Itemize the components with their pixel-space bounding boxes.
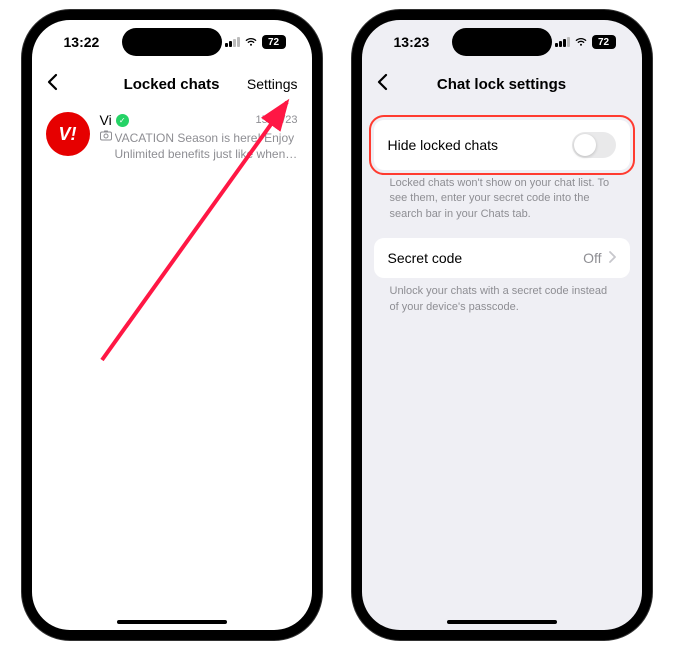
chevron-right-icon [608,250,616,266]
cell-label: Hide locked chats [388,137,499,153]
back-button[interactable] [46,71,70,97]
page-title: Locked chats [124,76,220,93]
phone-right: 13:23 72 Chat lock settings Hide locked … [352,10,652,640]
hide-locked-chats-hint: Locked chats won't show on your chat lis… [374,170,630,222]
verified-icon: ✓ [116,114,129,127]
chat-name: Vi ✓ [100,112,129,128]
nav-bar: Locked chats Settings [32,64,312,104]
wifi-icon [574,37,588,47]
settings-button[interactable]: Settings [247,76,298,92]
status-time: 13:22 [64,34,100,50]
secret-code-cell[interactable]: Secret code Off [374,238,630,278]
cell-label: Secret code [388,250,463,266]
avatar: V! [46,112,90,156]
hide-locked-chats-toggle[interactable] [572,132,616,158]
chat-date: 15/11/23 [255,114,297,126]
notch [452,28,552,56]
home-indicator [447,620,557,624]
signal-icon [555,37,570,47]
signal-icon [225,37,240,47]
status-time: 13:23 [394,34,430,50]
battery-icon: 72 [592,35,616,49]
wifi-icon [244,37,258,47]
chat-preview: VACATION Season is here! Enjoy Unlimited… [115,130,298,162]
page-title: Chat lock settings [437,76,566,93]
back-button[interactable] [376,71,400,97]
nav-bar: Chat lock settings [362,64,642,104]
phone-left: 13:22 72 Locked chats Settings V! [22,10,322,640]
hide-locked-chats-cell[interactable]: Hide locked chats [374,120,630,170]
notch [122,28,222,56]
photo-icon [100,130,112,162]
battery-icon: 72 [262,35,286,49]
secret-code-value: Off [583,250,601,266]
secret-code-hint: Unlock your chats with a secret code ins… [374,278,630,315]
chat-row[interactable]: V! Vi ✓ 15/11/23 VACATION Season is here… [32,104,312,170]
home-indicator [117,620,227,624]
